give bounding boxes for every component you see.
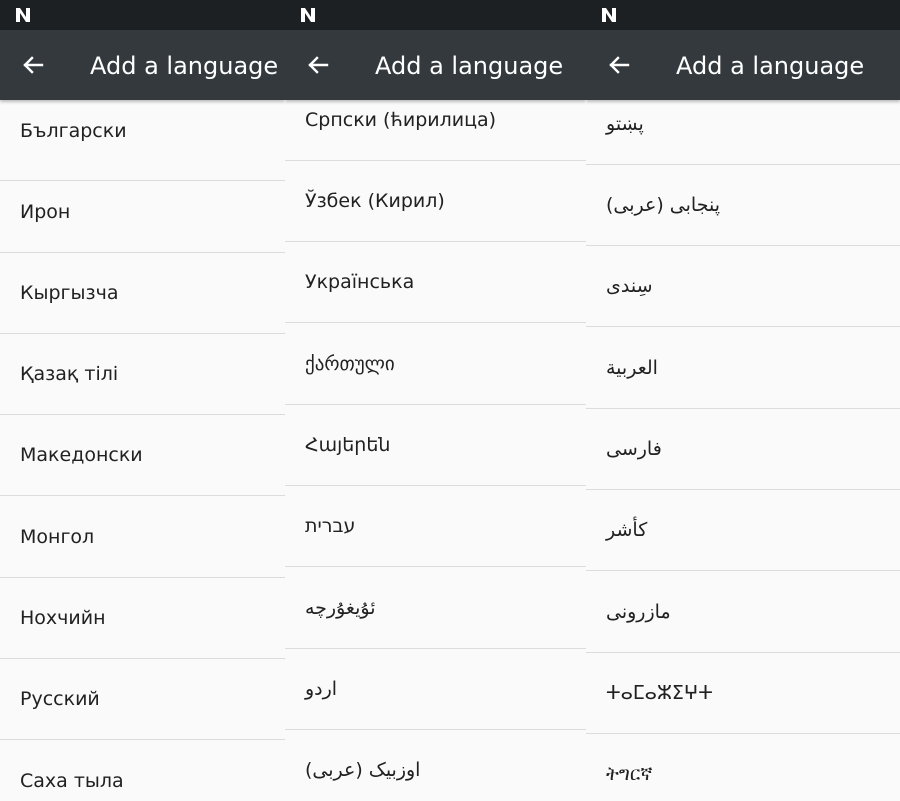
language-item-kyrgyz[interactable]: Кыргызча bbox=[0, 253, 285, 334]
app-bar: Add a language bbox=[285, 30, 586, 100]
language-label: فارسی bbox=[606, 438, 662, 460]
language-picker-screens: Add a language Български Ирон Кыргызча Қ… bbox=[0, 0, 900, 801]
language-label: پښتو bbox=[606, 113, 644, 135]
language-label: Саха тыла bbox=[20, 770, 124, 792]
language-label: Монгол bbox=[20, 526, 95, 548]
language-item-armenian[interactable]: Հայերեն bbox=[285, 405, 586, 486]
language-label: Македонски bbox=[20, 444, 143, 466]
screen-1: Add a language Български Ирон Кыргызча Қ… bbox=[0, 0, 285, 801]
language-label: ⵜⴰⵎⴰⵣⵉⵖⵜ bbox=[606, 682, 713, 704]
language-label: עברית bbox=[305, 515, 356, 537]
language-item-mazanderani[interactable]: مازرونی bbox=[586, 572, 900, 653]
language-label: Русский bbox=[20, 688, 100, 710]
language-label: سِندی bbox=[606, 275, 653, 297]
back-arrow-icon[interactable] bbox=[18, 50, 48, 80]
language-label: Български bbox=[20, 120, 127, 142]
language-item-macedonian[interactable]: Македонски bbox=[0, 415, 285, 496]
back-arrow-icon[interactable] bbox=[303, 50, 333, 80]
language-label: مازرونی bbox=[606, 601, 671, 623]
language-item-ukrainian[interactable]: Українська bbox=[285, 242, 586, 323]
language-item-uzbek-arabic[interactable]: اوزبیک (عربی) bbox=[285, 730, 586, 801]
language-label: Ирон bbox=[20, 201, 71, 223]
language-label: العربية bbox=[606, 357, 658, 379]
status-bar bbox=[586, 0, 900, 30]
app-bar: Add a language bbox=[0, 30, 285, 100]
app-bar: Add a language bbox=[586, 30, 900, 100]
language-list: پښتو پنجابی (عربی) سِندی العربية فارسی ك… bbox=[586, 100, 900, 801]
screen-2: Add a language Српски (ћирилица) Ўзбек (… bbox=[285, 0, 586, 801]
language-label: Українська bbox=[305, 271, 415, 293]
back-arrow-icon[interactable] bbox=[604, 50, 634, 80]
page-title: Add a language bbox=[375, 52, 564, 80]
language-label: اردو bbox=[305, 678, 338, 700]
language-label: Ўзбек (Кирил) bbox=[305, 190, 445, 212]
language-label: Кыргызча bbox=[20, 282, 119, 304]
language-item-arabic[interactable]: العربية bbox=[586, 328, 900, 409]
language-label: Հայերեն bbox=[305, 434, 391, 456]
language-label: پنجابی (عربی) bbox=[606, 194, 721, 216]
language-label: كأشر bbox=[606, 519, 648, 541]
language-item-sindhi[interactable]: سِندی bbox=[586, 246, 900, 327]
screen-3: Add a language پښتو پنجابی (عربی) سِندی … bbox=[586, 0, 900, 801]
language-list: Български Ирон Кыргызча Қазақ тілі Макед… bbox=[0, 100, 285, 801]
language-item-uzbek-cyrillic[interactable]: Ўзбек (Кирил) bbox=[285, 161, 586, 242]
android-n-logo-icon bbox=[16, 8, 30, 22]
language-item-kazakh[interactable]: Қазақ тілі bbox=[0, 334, 285, 415]
language-item-georgian[interactable]: ქართული bbox=[285, 324, 586, 405]
language-label: ئۇيغۇرچە bbox=[305, 597, 376, 619]
language-item-mongolian[interactable]: Монгол bbox=[0, 497, 285, 578]
language-item-bulgarian[interactable]: Български bbox=[0, 100, 285, 181]
language-item-kashmiri[interactable]: كأشر bbox=[586, 490, 900, 571]
language-label: Қазақ тілі bbox=[20, 363, 119, 385]
page-title: Add a language bbox=[676, 52, 865, 80]
language-item-russian[interactable]: Русский bbox=[0, 659, 285, 740]
language-item-uyghur[interactable]: ئۇيغۇرچە bbox=[285, 568, 586, 649]
language-list: Српски (ћирилица) Ўзбек (Кирил) Українсь… bbox=[285, 100, 586, 801]
language-item-urdu[interactable]: اردو bbox=[285, 649, 586, 730]
language-label: اوزبیک (عربی) bbox=[305, 759, 421, 781]
language-item-punjabi-arabic[interactable]: پنجابی (عربی) bbox=[586, 165, 900, 246]
status-bar bbox=[285, 0, 586, 30]
page-title: Add a language bbox=[90, 52, 279, 80]
language-item-tigrinya[interactable]: ትግርኛ bbox=[586, 734, 900, 801]
language-label: ქართული bbox=[305, 353, 395, 375]
android-n-logo-icon bbox=[301, 8, 315, 22]
language-item-hebrew[interactable]: עברית bbox=[285, 486, 586, 567]
language-item-ossetic[interactable]: Ирон bbox=[0, 172, 285, 253]
language-label: ትግርኛ bbox=[606, 763, 653, 785]
language-item-tamazight[interactable]: ⵜⴰⵎⴰⵣⵉⵖⵜ bbox=[586, 653, 900, 734]
status-bar bbox=[0, 0, 285, 30]
language-label: Нохчийн bbox=[20, 607, 106, 629]
language-item-sakha[interactable]: Саха тыла bbox=[0, 741, 285, 801]
android-n-logo-icon bbox=[602, 8, 616, 22]
language-item-chechen[interactable]: Нохчийн bbox=[0, 578, 285, 659]
language-item-persian[interactable]: فارسی bbox=[586, 409, 900, 490]
